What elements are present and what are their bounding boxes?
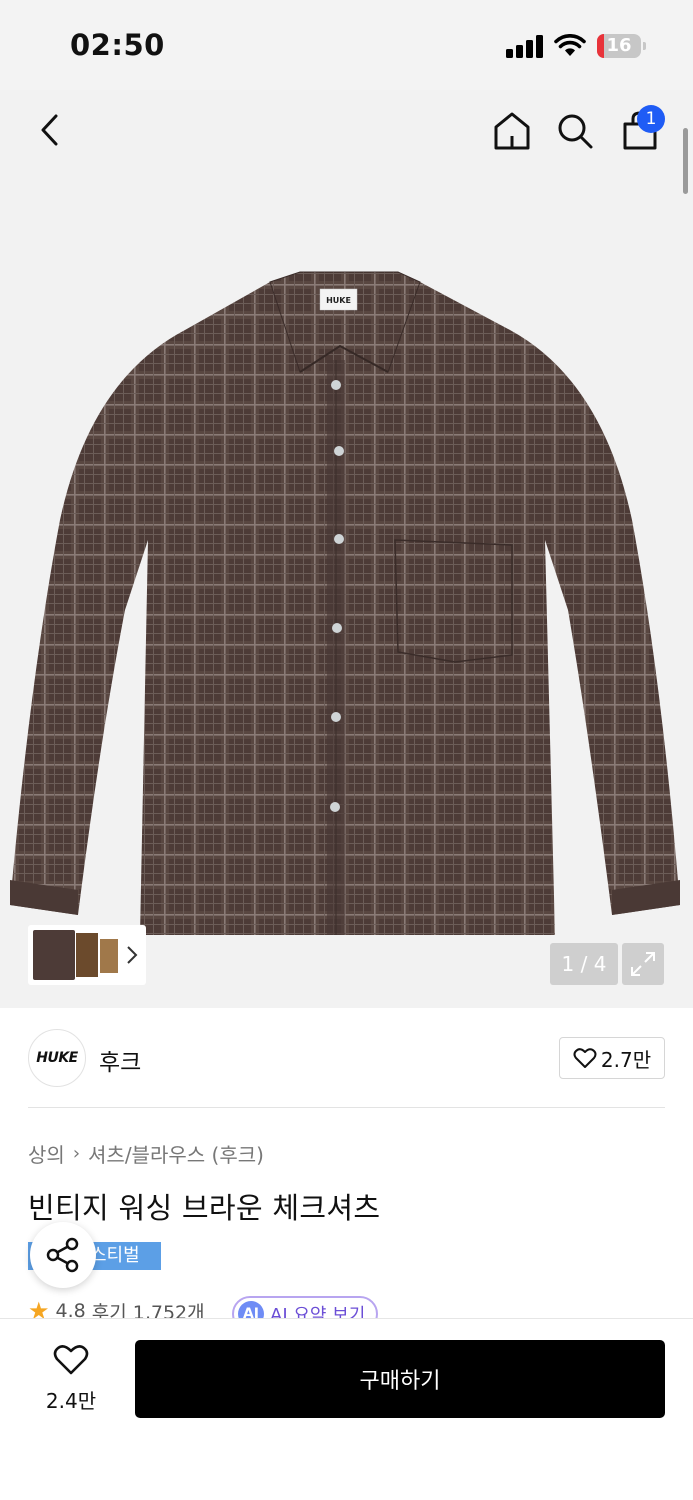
back-icon[interactable] bbox=[38, 112, 62, 148]
wifi-icon bbox=[554, 34, 586, 56]
buy-button[interactable]: 구매하기 bbox=[135, 1340, 665, 1418]
breadcrumb-item[interactable]: 상의 bbox=[28, 1139, 65, 1168]
brand-logo[interactable]: HUKE bbox=[28, 1029, 86, 1087]
thumbnail-strip[interactable] bbox=[28, 925, 146, 985]
wishlist-button[interactable] bbox=[38, 1344, 104, 1380]
status-time: 02:50 bbox=[70, 28, 165, 62]
brand-name[interactable]: 후크 bbox=[99, 1043, 141, 1077]
expand-button[interactable] bbox=[622, 943, 664, 985]
scrollbar[interactable] bbox=[683, 128, 688, 194]
cart-count-badge: 1 bbox=[637, 105, 665, 133]
breadcrumb-item[interactable]: 셔츠/블라우스 (후크) bbox=[88, 1139, 264, 1168]
shirt-brand-label: HUKE bbox=[326, 296, 351, 305]
brand-like-count: 2.7만 bbox=[600, 1047, 652, 1072]
battery-icon: 16 bbox=[597, 34, 641, 58]
battery-level: 16 bbox=[606, 35, 632, 56]
thumbnail-2[interactable] bbox=[76, 933, 98, 977]
thumbnail-1[interactable] bbox=[33, 930, 75, 980]
wishlist-count: 2.4만 bbox=[45, 1389, 97, 1413]
image-counter: 1 / 4 bbox=[550, 943, 618, 985]
chevron-right-icon[interactable] bbox=[126, 945, 138, 965]
share-icon bbox=[46, 1237, 79, 1273]
breadcrumb: 상의 › 셔츠/블라우스 (후크) bbox=[28, 1139, 264, 1168]
chevron-right-icon: › bbox=[72, 1143, 81, 1164]
brand-like-button[interactable]: 2.7만 bbox=[559, 1037, 665, 1079]
search-icon[interactable] bbox=[556, 111, 594, 151]
home-icon[interactable] bbox=[493, 111, 531, 151]
status-bar: 02:50 16 bbox=[0, 0, 693, 90]
thumbnail-3[interactable] bbox=[100, 939, 118, 973]
signal-icon bbox=[506, 34, 544, 58]
share-button[interactable] bbox=[30, 1222, 96, 1288]
product-title: 빈티지 워싱 브라운 체크셔츠 bbox=[28, 1191, 381, 1225]
product-image-gallery[interactable]: HUKE bbox=[0, 90, 693, 1008]
product-image: HUKE bbox=[10, 271, 680, 935]
divider bbox=[28, 1107, 665, 1108]
heart-icon bbox=[53, 1345, 89, 1375]
heart-icon bbox=[573, 1048, 597, 1068]
expand-icon bbox=[631, 952, 655, 976]
